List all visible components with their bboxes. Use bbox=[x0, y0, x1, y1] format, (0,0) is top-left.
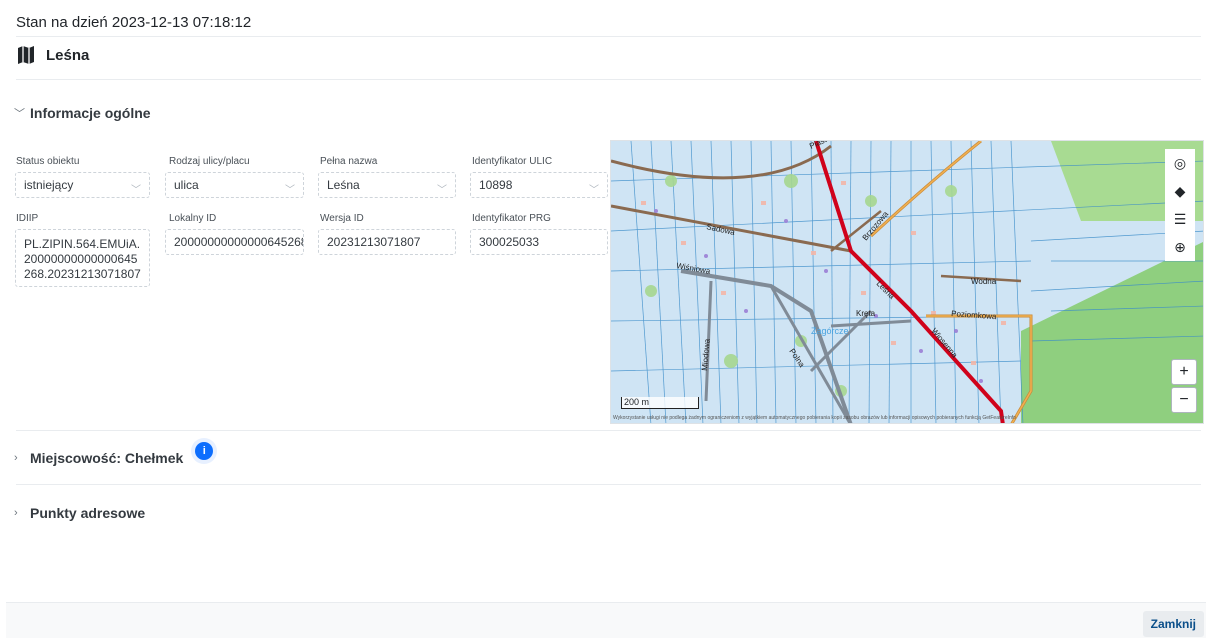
section-general-header[interactable]: ﹀ Informacje ogólne bbox=[14, 105, 151, 121]
section-address-points-header[interactable]: › Punkty adresowe bbox=[14, 505, 145, 521]
chevron-down-icon: ﹀ bbox=[131, 185, 141, 196]
local-id-field[interactable]: 20000000000000645268 bbox=[165, 229, 304, 255]
scale-bar: 200 m bbox=[621, 397, 699, 409]
idiip-value: PL.ZIPIN.564.EMUiA.20000000000000645268.… bbox=[24, 237, 141, 281]
section-general-label: Informacje ogólne bbox=[30, 105, 151, 121]
globe-icon[interactable]: ⊕ bbox=[1165, 233, 1195, 261]
zoom-in-button[interactable]: + bbox=[1171, 359, 1197, 385]
map-view[interactable]: Piastowska Sadowa Brzozowa Wiśniowa Leśn… bbox=[610, 140, 1204, 424]
divider bbox=[16, 36, 1201, 37]
section-locality-label: Miejscowość: Chełmek bbox=[30, 450, 184, 466]
chevron-right-icon: › bbox=[14, 452, 18, 464]
status-select[interactable]: istniejący ﹀ bbox=[15, 172, 150, 198]
full-name-select[interactable]: Leśna ﹀ bbox=[318, 172, 456, 198]
status-timestamp: Stan na dzień 2023-12-13 07:18:12 bbox=[16, 14, 252, 31]
section-address-points-label: Punkty adresowe bbox=[30, 505, 146, 521]
full-name-label: Pełna nazwa bbox=[320, 156, 378, 167]
prg-id-value: 300025033 bbox=[479, 235, 540, 249]
section-locality-header[interactable]: › Miejscowość: Chełmek i bbox=[14, 442, 214, 466]
street-type-label: Rodzaj ulicy/placu bbox=[169, 156, 250, 167]
object-name: Leśna bbox=[46, 46, 90, 64]
place-label-zagorcze: Zagórcze bbox=[811, 326, 849, 336]
version-id-label: Wersja ID bbox=[320, 213, 364, 224]
street-type-value: ulica bbox=[174, 178, 199, 192]
divider bbox=[16, 484, 1201, 485]
layers-icon[interactable]: ◆ bbox=[1165, 177, 1195, 205]
chevron-down-icon: ﹀ bbox=[14, 108, 25, 120]
status-label: Status obiektu bbox=[16, 156, 80, 167]
status-value: istniejący bbox=[24, 178, 74, 192]
ulic-id-select[interactable]: 10898 ﹀ bbox=[470, 172, 608, 198]
chevron-down-icon: ﹀ bbox=[285, 185, 295, 196]
idiip-field[interactable]: PL.ZIPIN.564.EMUiA.20000000000000645268.… bbox=[15, 229, 150, 287]
legend-icon[interactable]: ☰ bbox=[1165, 205, 1195, 233]
map-canvas[interactable]: Piastowska Sadowa Brzozowa Wiśniowa Leśn… bbox=[611, 141, 1204, 424]
ulic-id-label: Identyfikator ULIC bbox=[472, 156, 553, 167]
info-icon[interactable]: i bbox=[195, 442, 214, 460]
divider bbox=[16, 430, 1201, 431]
object-title: Leśna bbox=[16, 45, 89, 65]
street-label-kreta: Kręta bbox=[856, 309, 876, 318]
idiip-label: IDIIP bbox=[16, 213, 39, 224]
map-attribution: Wykorzystanie usługi nie podlega żadnym … bbox=[613, 415, 1016, 421]
version-id-field[interactable]: 20231213071807 bbox=[318, 229, 456, 255]
map-icon bbox=[18, 46, 34, 64]
dialog-footer: Zamknij bbox=[6, 602, 1206, 638]
target-icon[interactable]: ◎ bbox=[1165, 149, 1195, 177]
street-type-select[interactable]: ulica ﹀ bbox=[165, 172, 304, 198]
chevron-right-icon: › bbox=[14, 507, 18, 519]
local-id-label: Lokalny ID bbox=[169, 213, 217, 224]
divider bbox=[16, 79, 1201, 80]
zoom-out-button[interactable]: − bbox=[1171, 387, 1197, 413]
prg-id-field[interactable]: 300025033 bbox=[470, 229, 608, 255]
close-button[interactable]: Zamknij bbox=[1142, 611, 1204, 637]
chevron-down-icon: ﹀ bbox=[589, 185, 599, 196]
full-name-value: Leśna bbox=[327, 178, 360, 192]
street-label-wodna: Wodna bbox=[971, 277, 997, 286]
ulic-id-value: 10898 bbox=[479, 178, 513, 192]
prg-id-label: Identyfikator PRG bbox=[472, 213, 551, 224]
chevron-down-icon: ﹀ bbox=[437, 185, 447, 196]
local-id-value: 20000000000000645268 bbox=[174, 235, 304, 249]
version-id-value: 20231213071807 bbox=[327, 235, 421, 249]
